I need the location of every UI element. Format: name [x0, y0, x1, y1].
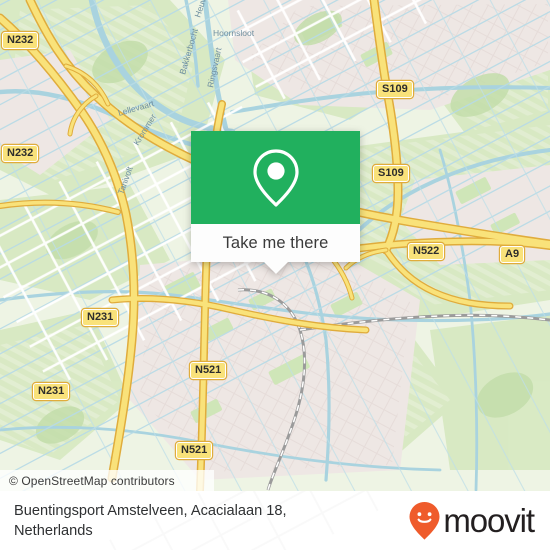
osm-attribution[interactable]: © OpenStreetMap contributors	[0, 470, 214, 491]
road-shield-label: N232	[7, 147, 34, 159]
road-shield-label: N231	[38, 385, 65, 397]
road-shield-n231: N231	[33, 383, 70, 400]
svg-text:Hoornsloot: Hoornsloot	[213, 28, 255, 38]
road-shield-n522: N522	[408, 243, 445, 260]
callout-image-area	[191, 131, 360, 224]
road-shield-n232: N232	[2, 32, 39, 49]
map-pin-icon	[252, 148, 299, 207]
map-share-card: Heuvelvaart Hoornsloot Bakkerbocht Rings…	[0, 0, 550, 550]
road-shield-n521: N521	[176, 442, 213, 459]
road-shield-label: N521	[195, 364, 222, 376]
road-shield-label: N522	[413, 245, 440, 257]
callout-pointer	[263, 262, 288, 274]
road-shield-label: S109	[382, 83, 408, 95]
destination-callout[interactable]: Take me there	[191, 131, 360, 274]
moovit-smiley-pin-icon	[409, 501, 440, 540]
callout-action-bar[interactable]: Take me there	[191, 224, 360, 274]
address-line-1: Buentingsport Amstelveen, Acacialaan 18,	[14, 502, 287, 519]
road-shield-label: N521	[181, 444, 208, 456]
footer-bar: Buentingsport Amstelveen, Acacialaan 18,…	[0, 491, 550, 550]
take-me-there-label: Take me there	[222, 233, 329, 252]
map-canvas[interactable]: Heuvelvaart Hoornsloot Bakkerbocht Rings…	[0, 0, 550, 491]
road-shield-a9: A9	[500, 246, 525, 263]
road-shield-n232: N232	[2, 145, 39, 162]
road-shield-s109: S109	[377, 81, 413, 98]
osm-attribution-text: © OpenStreetMap contributors	[9, 473, 175, 488]
road-shield-n231: N231	[82, 309, 119, 326]
road-shield-label: N231	[87, 311, 114, 323]
road-shield-s109: S109	[373, 165, 409, 182]
moovit-logo[interactable]: moovit	[408, 501, 535, 541]
address-line-2: Netherlands	[14, 522, 93, 539]
road-shield-label: A9	[505, 248, 520, 260]
road-shield-label: N232	[7, 34, 34, 46]
road-shield-label: S109	[378, 167, 404, 179]
road-shield-n521: N521	[190, 362, 227, 379]
moovit-wordmark: moovit	[443, 502, 535, 539]
address-text: Buentingsport Amstelveen, Acacialaan 18,…	[14, 501, 287, 541]
